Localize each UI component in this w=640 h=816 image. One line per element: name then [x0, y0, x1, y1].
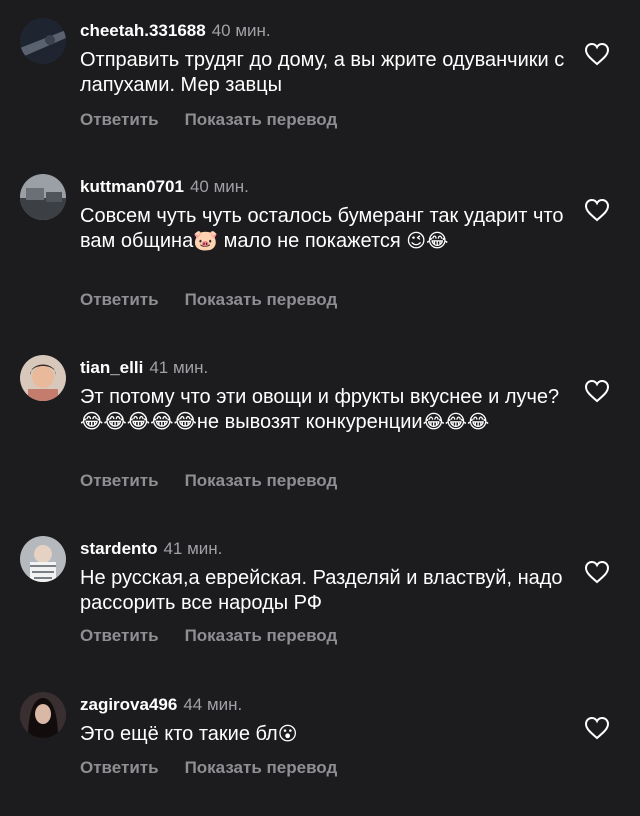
avatar[interactable] [20, 355, 66, 401]
heart-icon [584, 716, 610, 740]
avatar[interactable] [20, 536, 66, 582]
username[interactable]: kuttman0701 [80, 177, 184, 196]
reply-button[interactable]: Ответить [80, 110, 159, 129]
timestamp: 41 мин. [149, 358, 209, 377]
comment-text: Совсем чуть чуть осталось бумеранг так у… [80, 204, 570, 254]
comment-body: Отправить трудяг до дому, а вы жрите оду… [80, 49, 565, 96]
comment-actions: Ответить Показать перевод [80, 626, 337, 646]
avatar-image [20, 355, 66, 401]
timestamp: 40 мин. [189, 177, 249, 196]
comment-emoji: 😮 [277, 724, 298, 745]
timestamp: 40 мин. [211, 21, 271, 40]
heart-icon [584, 42, 610, 66]
comment-emoji: 😉😂 [406, 231, 449, 252]
like-button[interactable] [584, 560, 610, 584]
comment-actions: Ответить Показать перевод [80, 110, 337, 130]
comment-header: cheetah.331688 40 мин. [80, 20, 271, 42]
comment-emoji: 😂😂😂 [422, 412, 490, 433]
reply-button[interactable]: Ответить [80, 290, 159, 309]
username[interactable]: cheetah.331688 [80, 21, 206, 40]
username[interactable]: stardento [80, 539, 157, 558]
comment-body: Это ещё кто такие бл [80, 723, 278, 745]
comment-header: tian_elli 41 мин. [80, 357, 208, 379]
avatar-image [20, 692, 66, 738]
avatar-image [20, 174, 66, 220]
username[interactable]: zagirova496 [80, 695, 177, 714]
translate-button[interactable]: Показать перевод [185, 758, 338, 777]
translate-button[interactable]: Показать перевод [185, 290, 338, 309]
translate-button[interactable]: Показать перевод [185, 110, 338, 129]
comment-actions: Ответить Показать перевод [80, 290, 337, 310]
comment-text: Это ещё кто такие бл😮 [80, 722, 570, 747]
comment-body: Совсем чуть чуть осталось бумеранг так у… [80, 205, 564, 252]
timestamp: 44 мин. [183, 695, 243, 714]
like-button[interactable] [584, 379, 610, 403]
comment-header: stardento 41 мин. [80, 538, 222, 560]
username[interactable]: tian_elli [80, 358, 143, 377]
avatar[interactable] [20, 18, 66, 64]
avatar-image [20, 536, 66, 582]
translate-button[interactable]: Показать перевод [185, 471, 338, 490]
avatar[interactable] [20, 174, 66, 220]
like-button[interactable] [584, 198, 610, 222]
avatar-image [20, 18, 66, 64]
like-button[interactable] [584, 716, 610, 740]
heart-icon [584, 379, 610, 403]
translate-button[interactable]: Показать перевод [185, 626, 338, 645]
comment-text: Не русская,а еврейская. Разделяй и власт… [80, 566, 570, 616]
comment-body: Не русская,а еврейская. Разделяй и власт… [80, 567, 563, 614]
comment-actions: Ответить Показать перевод [80, 471, 337, 491]
reply-button[interactable]: Ответить [80, 626, 159, 645]
heart-icon [584, 560, 610, 584]
comment-header: kuttman0701 40 мин. [80, 176, 249, 198]
heart-icon [584, 198, 610, 222]
comment-header: zagirova496 44 мин. [80, 694, 242, 716]
timestamp: 41 мин. [163, 539, 223, 558]
reply-button[interactable]: Ответить [80, 758, 159, 777]
comment-actions: Ответить Показать перевод [80, 758, 337, 778]
like-button[interactable] [584, 42, 610, 66]
reply-button[interactable]: Ответить [80, 471, 159, 490]
avatar[interactable] [20, 692, 66, 738]
comment-text: Эт потому что эти овощи и фрукты вкуснее… [80, 385, 570, 435]
comment-text: Отправить трудяг до дому, а вы жрите оду… [80, 48, 570, 98]
